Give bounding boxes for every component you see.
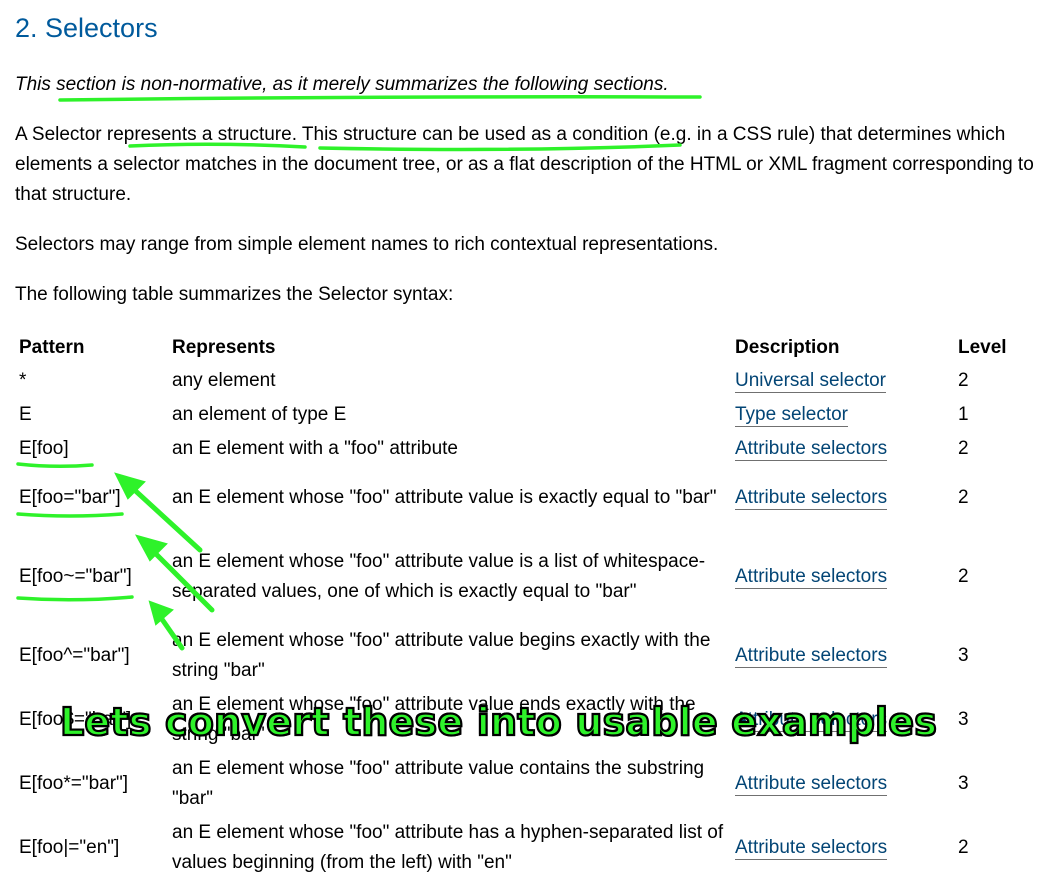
- represents-cell: an E element with a "foo" attribute: [172, 438, 458, 459]
- represents-cell: an E element whose "foo" attribute value…: [172, 551, 706, 602]
- level-cell: 2: [958, 370, 969, 391]
- pattern-cell: E[foo]: [19, 438, 69, 459]
- table-row: E[foo^="bar"] an E element whose "foo" a…: [15, 624, 1038, 688]
- represents-cell: an E element whose "foo" attribute value…: [172, 758, 705, 809]
- level-cell: 2: [958, 566, 969, 587]
- pattern-cell: E[foo|="en"]: [19, 837, 120, 858]
- table-row: E[foo] an E element with a "foo" attribu…: [15, 432, 1038, 466]
- description-link[interactable]: Universal selector: [735, 370, 886, 393]
- description-link[interactable]: Attribute selectors: [735, 487, 888, 510]
- selector-range-text: Selectors may range from simple element …: [15, 234, 719, 255]
- pattern-cell: E[foo^="bar"]: [19, 645, 130, 666]
- pattern-cell: E[foo~="bar"]: [19, 566, 132, 587]
- table-intro: The following table summarizes the Selec…: [15, 284, 454, 305]
- annotation-caption: Lets convert these into usable examples: [59, 699, 938, 745]
- description-link[interactable]: Attribute selectors: [735, 566, 888, 589]
- header-represents: Represents: [172, 337, 276, 358]
- level-cell: 3: [958, 773, 969, 794]
- description-link[interactable]: Type selector: [735, 404, 848, 427]
- level-cell: 3: [958, 709, 969, 730]
- represents-cell: an E element whose "foo" attribute value…: [172, 630, 711, 681]
- level-cell: 2: [958, 438, 969, 459]
- table-row: E an element of type E Type selector 1: [15, 398, 1038, 432]
- level-cell: 1: [958, 404, 969, 425]
- description-link[interactable]: Attribute selectors: [735, 438, 888, 461]
- represents-cell: an E element whose "foo" attribute value…: [172, 487, 717, 508]
- header-level: Level: [958, 337, 1007, 358]
- table-row: E[foo|="en"] an E element whose "foo" at…: [15, 816, 1038, 880]
- description-link[interactable]: Attribute selectors: [735, 645, 888, 668]
- level-cell: 2: [958, 837, 969, 858]
- table-row: E[foo~="bar"] an E element whose "foo" a…: [15, 530, 1038, 624]
- represents-cell: an E element whose "foo" attribute has a…: [172, 822, 724, 873]
- selector-syntax-table: Pattern Represents Description Level * a…: [15, 332, 1038, 880]
- pattern-cell: E[foo="bar"]: [19, 487, 121, 508]
- pattern-cell: *: [19, 370, 27, 391]
- represents-cell: an element of type E: [172, 404, 347, 425]
- pattern-cell: E: [19, 404, 32, 425]
- table-header-row: Pattern Represents Description Level: [15, 332, 1038, 364]
- level-cell: 2: [958, 487, 969, 508]
- description-link[interactable]: Attribute selectors: [735, 773, 888, 796]
- level-cell: 3: [958, 645, 969, 666]
- non-normative-note: This section is non-normative, as it mer…: [15, 74, 669, 95]
- description-link[interactable]: Attribute selectors: [735, 837, 888, 860]
- header-description: Description: [735, 337, 840, 358]
- pattern-cell: E[foo*="bar"]: [19, 773, 129, 794]
- header-pattern: Pattern: [19, 337, 85, 358]
- section-title: 2. Selectors: [15, 13, 158, 43]
- table-row: * any element Universal selector 2: [15, 364, 1038, 398]
- table-row: E[foo="bar"] an E element whose "foo" at…: [15, 466, 1038, 530]
- selector-definition: A Selector represents a structure. This …: [15, 124, 1034, 205]
- table-row: E[foo*="bar"] an E element whose "foo" a…: [15, 752, 1038, 816]
- represents-cell: any element: [172, 370, 276, 391]
